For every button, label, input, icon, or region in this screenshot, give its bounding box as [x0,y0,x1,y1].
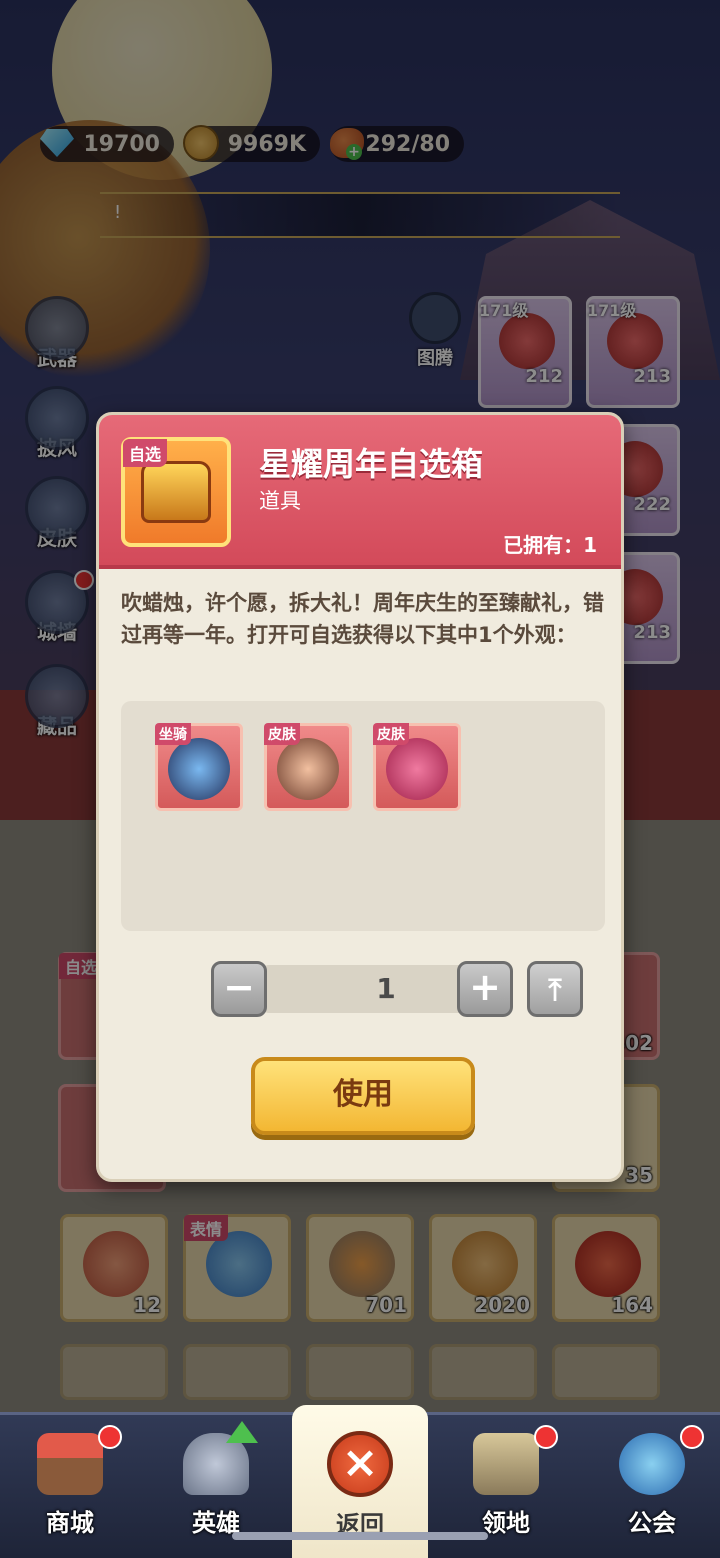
option-tag: 皮肤 [373,723,409,745]
option-tag: 皮肤 [264,723,300,745]
upgrade-arrow-icon [226,1421,258,1443]
item-icon: 自选 [121,437,231,547]
shop-icon [37,1433,103,1495]
reward-options-panel: 坐骑 皮肤 皮肤 [121,701,605,931]
item-title: 星耀周年自选箱 [259,445,484,483]
reward-option[interactable]: 皮肤 [373,723,461,811]
increase-button[interactable]: + [457,961,513,1017]
nav-guild[interactable]: 公会 [592,1415,712,1558]
max-quantity-button[interactable]: ⤒ [527,961,583,1017]
notification-badge [680,1425,704,1449]
quantity-stepper: 1 − + ⤒ [211,961,585,1017]
notification-badge [98,1425,122,1449]
notification-badge [534,1425,558,1449]
reward-option[interactable]: 皮肤 [264,723,352,811]
item-tag: 自选 [123,439,168,467]
decrease-button[interactable]: − [211,961,267,1017]
item-description: 吹蜡烛，许个愿，拆大礼！周年庆生的至臻献礼，错过再等一年。打开可自选获得以下其中… [121,591,604,647]
item-type: 道具 [259,489,301,513]
max-arrow-icon: ⤒ [548,973,562,1008]
plus-icon: + [469,965,501,1009]
masked-hero-skin-icon [277,738,339,800]
crimson-dagger-skin-icon [386,738,448,800]
item-detail-modal: 自选 星耀周年自选箱 道具 已拥有：1 吹蜡烛，许个愿，拆大礼！周年庆生的至臻献… [96,412,624,1182]
close-icon: × [327,1431,393,1497]
option-tag: 坐骑 [155,723,191,745]
treasure-chest-icon [141,461,211,523]
modal-header: 自选 星耀周年自选箱 道具 已拥有：1 [99,415,621,569]
reward-option[interactable]: 坐骑 [155,723,243,811]
owned-count: 已拥有：1 [503,533,597,557]
minus-icon: − [223,965,255,1009]
use-button[interactable]: 使用 [251,1057,475,1135]
nav-label: 商城 [46,1509,94,1537]
territory-tower-icon [473,1433,539,1495]
home-indicator[interactable] [232,1532,488,1540]
nav-label: 公会 [628,1509,676,1537]
nav-shop[interactable]: 商城 [10,1415,130,1558]
dragon-mount-icon [168,738,230,800]
guild-planet-icon [619,1433,685,1495]
